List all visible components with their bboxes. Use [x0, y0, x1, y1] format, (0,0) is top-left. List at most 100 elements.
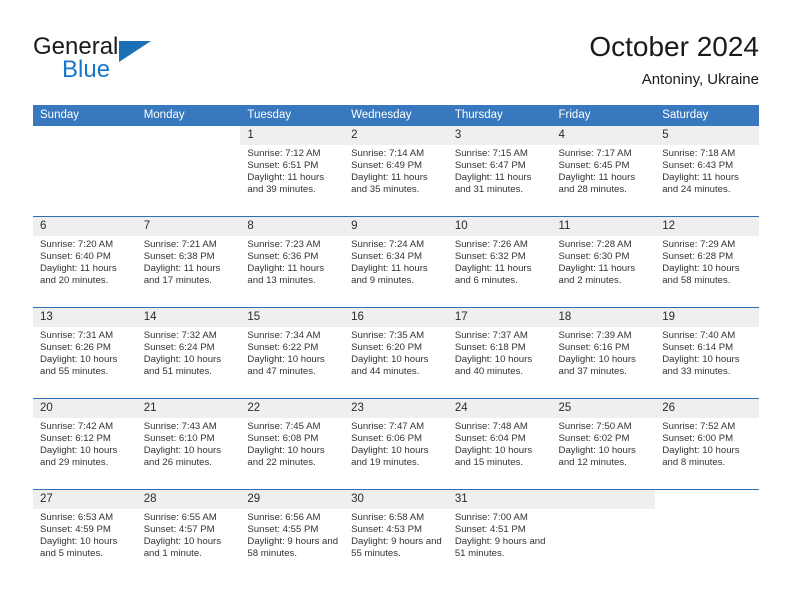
- calendar-day-cell[interactable]: 6 Sunrise: 7:20 AM Sunset: 6:40 PM Daylig…: [33, 217, 137, 307]
- calendar-day-cell[interactable]: 8 Sunrise: 7:23 AM Sunset: 6:36 PM Daylig…: [240, 217, 344, 307]
- calendar-day-cell[interactable]: 1 Sunrise: 7:12 AM Sunset: 6:51 PM Daylig…: [240, 126, 344, 216]
- day-sun-info: Sunrise: 7:14 AM Sunset: 6:49 PM Dayligh…: [351, 148, 428, 196]
- day-number: 9: [351, 220, 358, 232]
- page-header: General Blue October 2024 Antoniny, Ukra…: [0, 0, 792, 105]
- calendar-day-cell[interactable]: 29 Sunrise: 6:56 AM Sunset: 4:55 PM Dayli…: [240, 490, 344, 580]
- day-number: 8: [247, 220, 254, 232]
- day-number: 12: [662, 220, 676, 232]
- day-sun-info: Sunrise: 7:34 AM Sunset: 6:22 PM Dayligh…: [247, 330, 325, 378]
- day-sun-info: Sunrise: 7:12 AM Sunset: 6:51 PM Dayligh…: [247, 148, 325, 196]
- calendar-week-cells: 20 Sunrise: 7:42 AM Sunset: 6:12 PM Dayli…: [33, 399, 759, 489]
- day-sun-info: Sunrise: 7:43 AM Sunset: 6:10 PM Dayligh…: [143, 421, 222, 469]
- day-number: 23: [351, 402, 364, 414]
- day-number: 17: [454, 311, 468, 323]
- day-sun-info: [40, 145, 131, 148]
- calendar-day-cell[interactable]: 28 Sunrise: 6:55 AM Sunset: 4:57 PM Dayli…: [137, 490, 241, 580]
- day-number: 27: [40, 493, 53, 505]
- day-sun-info: Sunrise: 6:55 AM Sunset: 4:57 PM Dayligh…: [143, 512, 222, 560]
- day-number: 25: [558, 402, 572, 414]
- day-sun-info: Sunrise: 7:52 AM Sunset: 6:00 PM Dayligh…: [662, 421, 740, 469]
- calendar-day-cell[interactable]: 18 Sunrise: 7:39 AM Sunset: 6:16 PM Dayli…: [552, 308, 656, 398]
- day-sun-info: Sunrise: 7:26 AM Sunset: 6:32 PM Dayligh…: [454, 239, 532, 287]
- day-sun-info: Sunrise: 7:23 AM Sunset: 6:36 PM Dayligh…: [247, 239, 325, 287]
- calendar-day-cell-empty: [137, 126, 241, 216]
- calendar-day-cell-empty: [655, 490, 759, 580]
- day-number: 29: [247, 493, 261, 505]
- calendar-day-cell[interactable]: 7 Sunrise: 7:21 AM Sunset: 6:38 PM Daylig…: [137, 217, 241, 307]
- weekday-header-row: Sunday Monday Tuesday Wednesday Thursday Frid…: [33, 105, 759, 126]
- day-number: 6: [40, 220, 47, 232]
- calendar-table: Sunday Monday Tuesday Wednesday Thursday Frid…: [33, 105, 759, 580]
- calendar-week-row: 6 Sunrise: 7:20 AM Sunset: 6:40 PM Daylig…: [33, 216, 759, 307]
- calendar-day-cell[interactable]: 3 Sunrise: 7:15 AM Sunset: 6:47 PM Daylig…: [448, 126, 552, 216]
- day-sun-info: Sunrise: 7:39 AM Sunset: 6:16 PM Dayligh…: [558, 330, 636, 378]
- day-sun-info: Sunrise: 7:28 AM Sunset: 6:30 PM Dayligh…: [558, 239, 636, 287]
- day-sun-info: Sunrise: 6:56 AM Sunset: 4:55 PM Dayligh…: [247, 512, 339, 560]
- calendar-day-cell[interactable]: 30 Sunrise: 6:58 AM Sunset: 4:53 PM Dayli…: [344, 490, 448, 580]
- day-number: 5: [662, 129, 669, 141]
- day-number: 26: [662, 402, 676, 414]
- calendar-day-cell[interactable]: 20 Sunrise: 7:42 AM Sunset: 6:12 PM Dayli…: [33, 399, 137, 489]
- title-block: October 2024 Antoniny, Ukraine: [589, 30, 759, 91]
- calendar-day-cell[interactable]: 5 Sunrise: 7:18 AM Sunset: 6:43 PM Daylig…: [655, 126, 759, 216]
- brand-logo[interactable]: General Blue: [33, 33, 233, 89]
- calendar-day-cell[interactable]: 17 Sunrise: 7:37 AM Sunset: 6:18 PM Dayli…: [448, 308, 552, 398]
- day-sun-info: Sunrise: 7:15 AM Sunset: 6:47 PM Dayligh…: [454, 148, 532, 196]
- calendar-day-cell[interactable]: 9 Sunrise: 7:24 AM Sunset: 6:34 PM Daylig…: [344, 217, 448, 307]
- calendar-week-row: 13 Sunrise: 7:31 AM Sunset: 6:26 PM Dayli…: [33, 307, 759, 398]
- calendar-week-cells: 13 Sunrise: 7:31 AM Sunset: 6:26 PM Dayli…: [33, 308, 759, 398]
- day-sun-info: Sunrise: 7:47 AM Sunset: 6:06 PM Dayligh…: [351, 421, 429, 469]
- day-sun-info: Sunrise: 7:18 AM Sunset: 6:43 PM Dayligh…: [662, 148, 739, 196]
- day-sun-info: Sunrise: 7:40 AM Sunset: 6:14 PM Dayligh…: [662, 330, 740, 378]
- calendar-day-cell[interactable]: 26 Sunrise: 7:52 AM Sunset: 6:00 PM Dayli…: [655, 399, 759, 489]
- calendar-day-cell-empty: [552, 490, 656, 580]
- day-sun-info: Sunrise: 7:17 AM Sunset: 6:45 PM Dayligh…: [558, 148, 636, 196]
- day-number: 10: [454, 220, 468, 232]
- day-number: 1: [247, 129, 254, 141]
- calendar-week-row: 27 Sunrise: 6:53 AM Sunset: 4:59 PM Dayli…: [33, 489, 759, 580]
- calendar-day-cell[interactable]: 13 Sunrise: 7:31 AM Sunset: 6:26 PM Dayli…: [33, 308, 137, 398]
- day-number: 11: [558, 220, 571, 232]
- weekday-header-sunday: Sunday: [40, 109, 80, 121]
- weekday-header-tuesday: Tuesday: [247, 109, 292, 121]
- day-number: 2: [351, 129, 358, 141]
- calendar-day-cell[interactable]: 27 Sunrise: 6:53 AM Sunset: 4:59 PM Dayli…: [33, 490, 137, 580]
- day-number: 3: [454, 129, 462, 141]
- page-subtitle: Antoniny, Ukraine: [641, 71, 759, 88]
- weekday-header-monday: Monday: [143, 109, 185, 121]
- day-number: 19: [662, 311, 676, 323]
- calendar-week-cells: 6 Sunrise: 7:20 AM Sunset: 6:40 PM Daylig…: [33, 217, 759, 307]
- day-number: 21: [143, 402, 157, 414]
- day-sun-info: Sunrise: 7:50 AM Sunset: 6:02 PM Dayligh…: [558, 421, 636, 469]
- calendar-day-cell-empty: [33, 126, 137, 216]
- calendar-day-cell[interactable]: 24 Sunrise: 7:48 AM Sunset: 6:04 PM Dayli…: [448, 399, 552, 489]
- weekday-header-saturday: Saturday: [662, 109, 709, 121]
- calendar-day-cell[interactable]: 2 Sunrise: 7:14 AM Sunset: 6:49 PM Daylig…: [344, 126, 448, 216]
- calendar-body: 1 Sunrise: 7:12 AM Sunset: 6:51 PM Daylig…: [33, 126, 759, 580]
- calendar-day-cell[interactable]: 15 Sunrise: 7:34 AM Sunset: 6:22 PM Dayli…: [240, 308, 344, 398]
- calendar-day-cell[interactable]: 10 Sunrise: 7:26 AM Sunset: 6:32 PM Dayli…: [448, 217, 552, 307]
- day-number: 4: [558, 129, 565, 141]
- day-sun-info: Sunrise: 7:24 AM Sunset: 6:34 PM Dayligh…: [351, 239, 428, 287]
- day-sun-info: [559, 509, 650, 512]
- calendar-day-cell[interactable]: 23 Sunrise: 7:47 AM Sunset: 6:06 PM Dayli…: [344, 399, 448, 489]
- calendar-day-cell[interactable]: 22 Sunrise: 7:45 AM Sunset: 6:08 PM Dayli…: [240, 399, 344, 489]
- calendar-day-cell[interactable]: 12 Sunrise: 7:29 AM Sunset: 6:28 PM Dayli…: [655, 217, 759, 307]
- calendar-week-cells: 1 Sunrise: 7:12 AM Sunset: 6:51 PM Daylig…: [33, 126, 759, 216]
- day-number: 15: [247, 311, 261, 323]
- calendar-day-cell[interactable]: 21 Sunrise: 7:43 AM Sunset: 6:10 PM Dayli…: [137, 399, 241, 489]
- day-sun-info: Sunrise: 7:45 AM Sunset: 6:08 PM Dayligh…: [247, 421, 325, 469]
- day-number: 14: [143, 311, 157, 323]
- calendar-day-cell[interactable]: 4 Sunrise: 7:17 AM Sunset: 6:45 PM Daylig…: [552, 126, 656, 216]
- calendar-day-cell[interactable]: 16 Sunrise: 7:35 AM Sunset: 6:20 PM Dayli…: [344, 308, 448, 398]
- calendar-day-cell[interactable]: 19 Sunrise: 7:40 AM Sunset: 6:14 PM Dayli…: [655, 308, 759, 398]
- weekday-header-friday: Friday: [558, 109, 591, 121]
- calendar-day-cell[interactable]: 11 Sunrise: 7:28 AM Sunset: 6:30 PM Dayli…: [552, 217, 656, 307]
- calendar-day-cell[interactable]: 25 Sunrise: 7:50 AM Sunset: 6:02 PM Dayli…: [552, 399, 656, 489]
- page-title: October 2024: [589, 31, 759, 62]
- day-sun-info: Sunrise: 7:29 AM Sunset: 6:28 PM Dayligh…: [662, 239, 740, 287]
- weekday-header-wednesday: Wednesday: [351, 109, 412, 121]
- calendar-day-cell[interactable]: 31 Sunrise: 7:00 AM Sunset: 4:51 PM Dayli…: [448, 490, 552, 580]
- calendar-day-cell[interactable]: 14 Sunrise: 7:32 AM Sunset: 6:24 PM Dayli…: [137, 308, 241, 398]
- day-number: 18: [558, 311, 572, 323]
